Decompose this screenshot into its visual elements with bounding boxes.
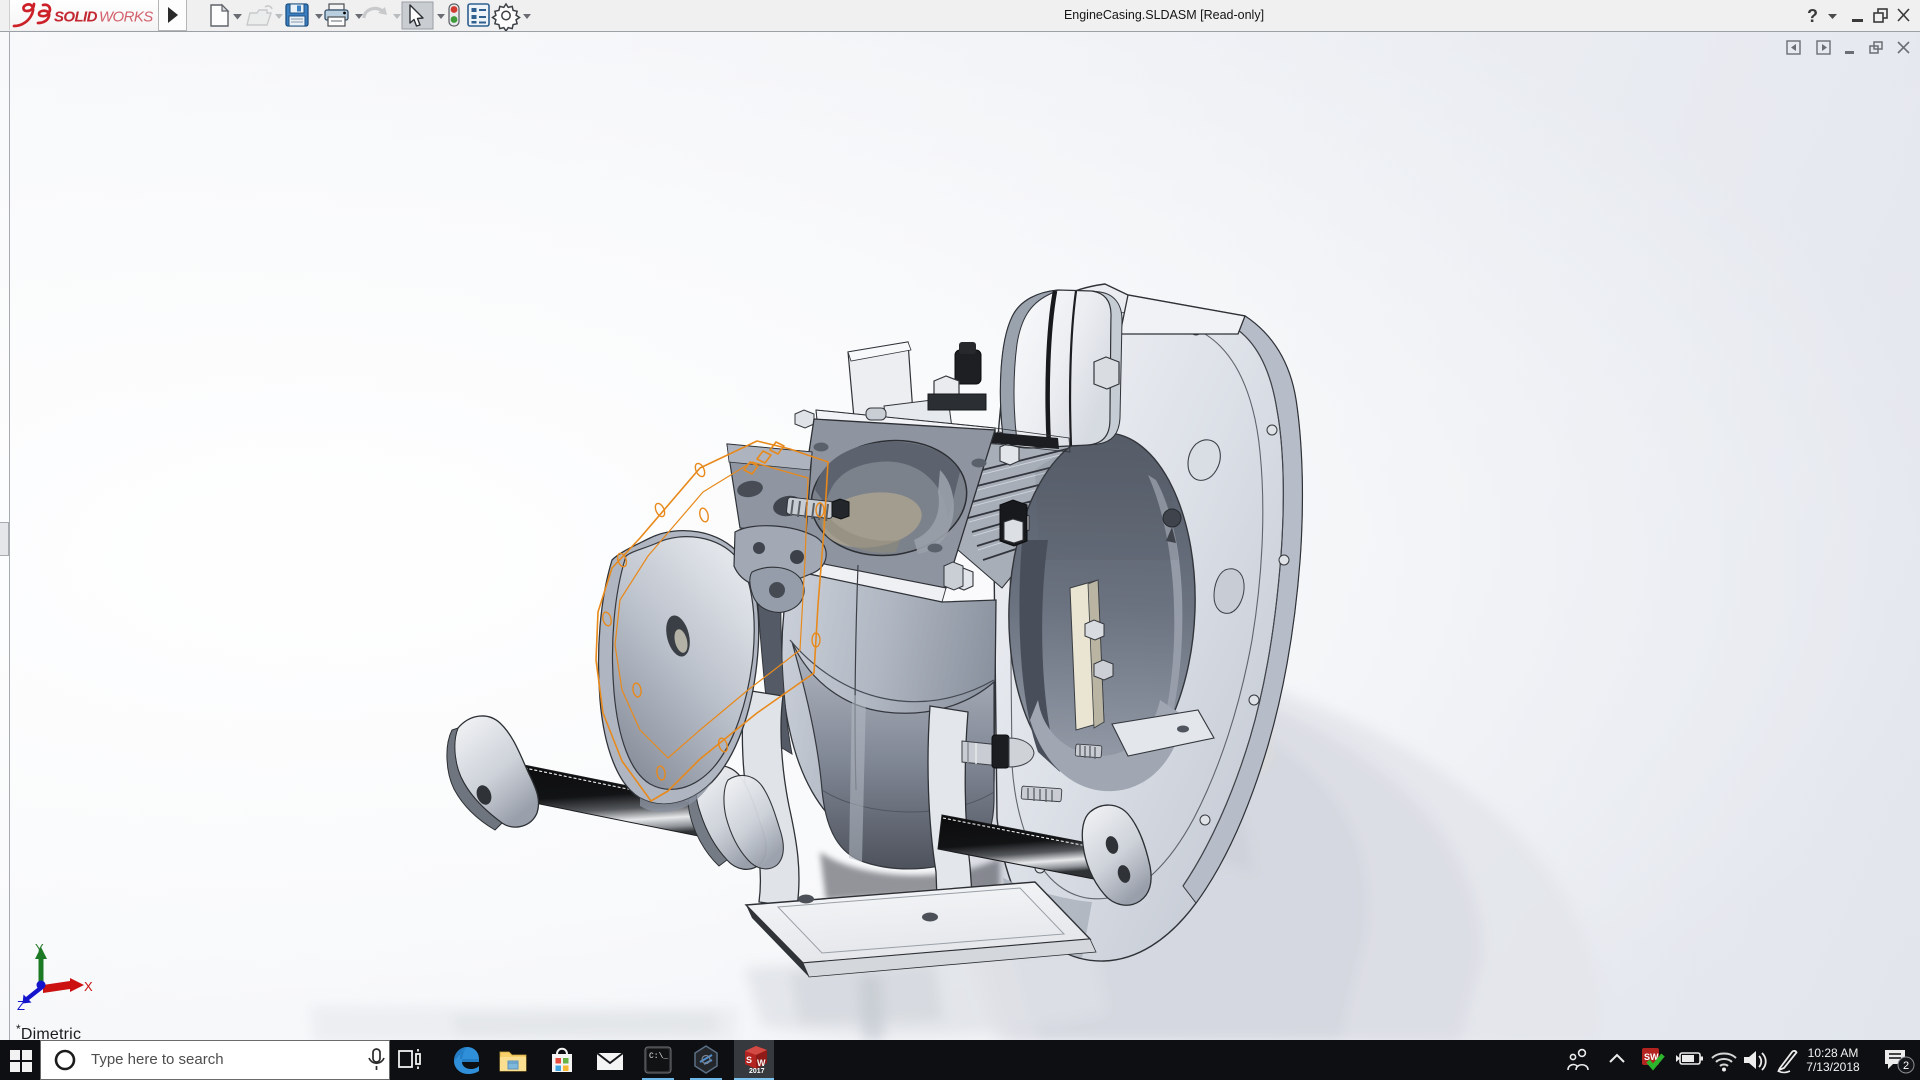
svg-text:2: 2: [1903, 1060, 1909, 1072]
svg-text:2017: 2017: [749, 1068, 765, 1075]
svg-text:C:\_: C:\_: [649, 1052, 668, 1061]
svg-text:Z: Z: [17, 998, 25, 1013]
svg-text:X: X: [84, 979, 93, 994]
svg-text:W: W: [757, 1058, 766, 1068]
svg-text:S: S: [746, 1055, 752, 1065]
